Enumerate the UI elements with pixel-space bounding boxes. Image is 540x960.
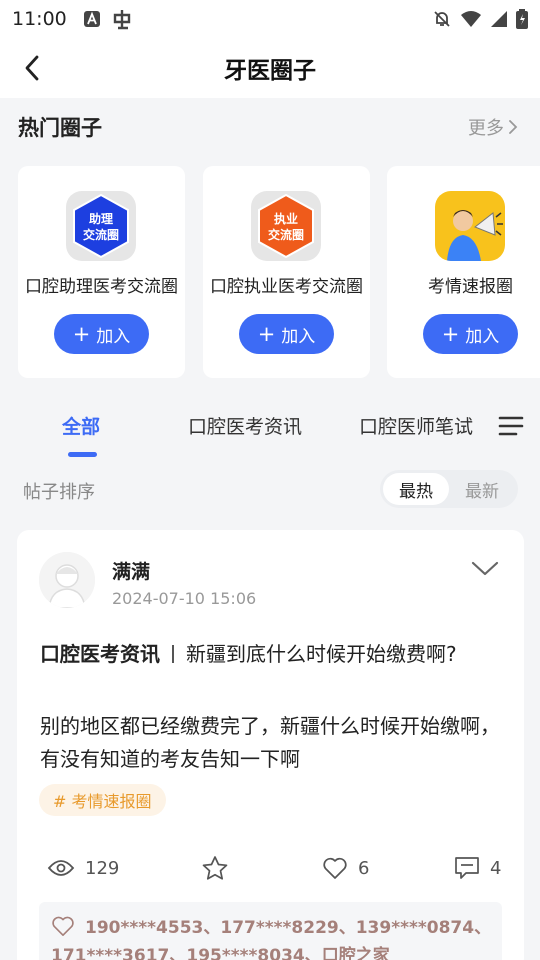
active-tab-indicator: [68, 452, 97, 457]
tab-all[interactable]: 全部: [62, 412, 100, 439]
chevron-left-icon: [25, 55, 39, 81]
circle-name: 考情速报圈: [428, 277, 513, 297]
app-notification-icon: [113, 10, 130, 30]
plus-icon: +: [72, 321, 91, 346]
wifi-icon: [461, 11, 481, 27]
join-button[interactable]: + 加入: [423, 314, 518, 354]
comment-button[interactable]: 4: [454, 850, 501, 886]
battery-icon: [516, 9, 528, 29]
circle-name: 口腔执业医考交流圈: [210, 277, 363, 297]
circle-card[interactable]: 执业 交流圈 口腔执业医考交流圈 + 加入: [203, 166, 370, 378]
like-button[interactable]: 6: [322, 850, 369, 886]
circle-card[interactable]: 助理 交流圈 口腔助理医考交流圈 + 加入: [18, 166, 185, 378]
menu-icon[interactable]: [498, 414, 524, 438]
badge-line1: 执业: [274, 211, 298, 226]
sort-hot-option[interactable]: 最热: [383, 473, 449, 505]
nav-bar: 牙医圈子: [0, 38, 540, 98]
chevron-right-icon: [509, 120, 518, 134]
post-actions: 129 6 4: [17, 850, 524, 886]
circle-card[interactable]: 考情速报圈 + 加入: [387, 166, 540, 378]
signal-icon: [491, 11, 507, 27]
post-tag[interactable]: # 考情速报圈: [39, 784, 166, 816]
circle-badge-icon: 执业 交流圈: [251, 191, 321, 261]
liked-by-box: 190****4553、177****8229、139****0874、171*…: [39, 902, 502, 960]
favorite-button[interactable]: [201, 850, 229, 886]
megaphone-person-icon: [435, 191, 505, 261]
liked-by-list: 190****4553、177****8229、139****0874、171*…: [51, 918, 492, 960]
heart-icon: [52, 916, 74, 936]
post-author[interactable]: 满满: [112, 557, 150, 584]
notification-a-icon: [83, 11, 100, 27]
comments-count: 4: [490, 857, 502, 879]
sort-label: 帖子排序: [23, 482, 95, 503]
tab-written-exam[interactable]: 口腔医师笔试: [359, 412, 473, 439]
hot-circles-list: 助理 交流圈 口腔助理医考交流圈 + 加入 执业 交流圈 口腔执业医考交流圈 +…: [18, 166, 540, 378]
post-card[interactable]: 满满 2024-07-10 15:06 口腔医考资讯 新疆到底什么时候开始缴费啊?…: [17, 530, 524, 960]
default-avatar-icon: [39, 552, 95, 608]
views-stat: 129: [47, 850, 119, 886]
sort-toggle: 最热 最新: [380, 470, 518, 508]
tab-exam-news[interactable]: 口腔医考资讯: [188, 412, 302, 439]
join-label: 加入: [281, 326, 316, 347]
star-icon: [202, 856, 228, 880]
hot-circles-header: 热门圈子 更多: [18, 110, 518, 144]
join-button[interactable]: + 加入: [54, 314, 149, 354]
chevron-down-icon[interactable]: [470, 558, 500, 578]
post-category[interactable]: 口腔医考资讯: [40, 642, 160, 666]
comment-icon: [455, 857, 479, 879]
more-label: 更多: [468, 118, 504, 139]
badge-line1: 助理: [89, 211, 113, 226]
title-divider: [172, 645, 174, 663]
join-label: 加入: [96, 326, 131, 347]
join-label: 加入: [465, 326, 500, 347]
heart-icon: [323, 857, 347, 879]
badge-line2: 交流圈: [83, 227, 119, 242]
more-link[interactable]: 更多: [468, 114, 518, 140]
likes-count: 6: [358, 857, 370, 879]
plus-icon: +: [257, 321, 276, 346]
sort-row: 帖子排序 最热 最新: [0, 468, 540, 512]
post-title[interactable]: 口腔医考资讯 新疆到底什么时候开始缴费啊?: [40, 638, 490, 671]
views-count: 129: [85, 857, 120, 879]
circle-name: 口腔助理医考交流圈: [25, 277, 178, 297]
badge-line2: 交流圈: [268, 227, 304, 242]
status-bar: 11:00: [0, 0, 540, 38]
status-notification-icons: [83, 8, 133, 30]
category-tabs: 全部 口腔医考资讯 口腔医师笔试: [0, 400, 540, 460]
plus-icon: +: [441, 321, 460, 346]
post-body[interactable]: 别的地区都已经缴费完了，新疆什么时候开始缴啊，有没有知道的考友告知一下啊: [40, 710, 505, 776]
join-button[interactable]: + 加入: [239, 314, 334, 354]
eye-icon: [47, 860, 75, 876]
mute-bell-icon: [434, 11, 450, 27]
post-title-text: 新疆到底什么时候开始缴费啊?: [186, 642, 457, 666]
page-title: 牙医圈子: [224, 58, 316, 84]
post-time: 2024-07-10 15:06: [112, 589, 257, 608]
circle-badge-icon: 助理 交流圈: [66, 191, 136, 261]
status-time: 11:00: [12, 8, 67, 30]
hot-circles-title: 热门圈子: [18, 116, 102, 140]
sort-new-option[interactable]: 最新: [449, 473, 515, 505]
status-system-icons: [432, 9, 528, 29]
back-button[interactable]: [14, 50, 50, 86]
avatar[interactable]: [39, 552, 95, 608]
